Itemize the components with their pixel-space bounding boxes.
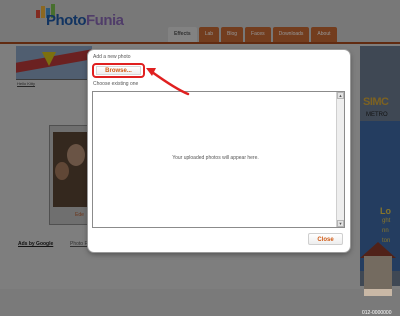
browse-button[interactable]: Browse... xyxy=(96,66,141,75)
upload-photo-dialog: Add a new photo Browse... Choose existin… xyxy=(88,50,350,252)
add-photo-label: Add a new photo xyxy=(93,54,131,60)
scroll-down-arrow-icon[interactable]: ▼ xyxy=(337,220,344,227)
list-scrollbar[interactable]: ▲ ▼ xyxy=(336,92,344,227)
ad-phone: 012-0000000 xyxy=(362,310,392,316)
browse-highlight: Browse... xyxy=(92,63,145,78)
close-button[interactable]: Close xyxy=(308,233,343,245)
empty-message: Your uploaded photos will appear here. xyxy=(172,155,259,161)
existing-photos-list[interactable]: Your uploaded photos will appear here. ▲… xyxy=(92,91,345,228)
scroll-up-arrow-icon[interactable]: ▲ xyxy=(337,92,344,99)
existing-photo-label: Choose existing one xyxy=(93,81,139,87)
red-arrow-icon xyxy=(146,68,190,96)
